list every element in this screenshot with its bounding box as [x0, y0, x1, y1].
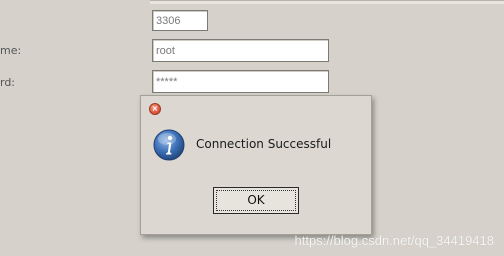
form-top-edge: [150, 0, 504, 4]
password-label: rd:: [0, 76, 16, 89]
port-field[interactable]: [152, 10, 208, 31]
username-label: me:: [0, 44, 22, 57]
close-button[interactable]: ×: [149, 103, 161, 115]
watermark: https://blog.csdn.net/qq_34419418: [294, 233, 495, 248]
password-field[interactable]: [152, 70, 329, 93]
dialog-message: Connection Successful: [196, 137, 332, 151]
message-dialog: × Connection Successful OK: [140, 95, 372, 235]
ok-button[interactable]: OK: [213, 187, 299, 214]
info-icon: [153, 129, 185, 161]
username-field[interactable]: [152, 39, 329, 62]
